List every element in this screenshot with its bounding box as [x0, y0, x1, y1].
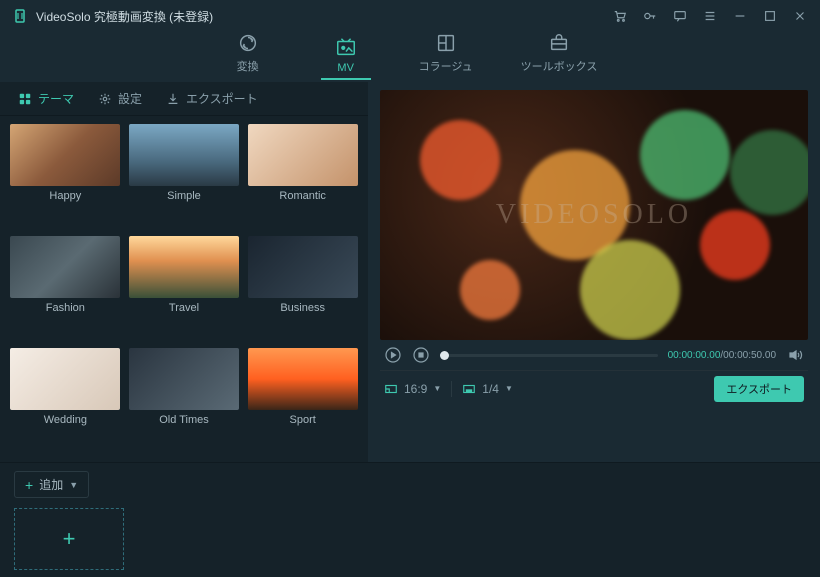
- theme-label: Romantic: [279, 190, 325, 202]
- theme-item-wedding[interactable]: Wedding: [10, 348, 121, 454]
- theme-item-romantic[interactable]: Romantic: [247, 124, 358, 230]
- add-button[interactable]: + 追加 ▼: [14, 471, 89, 498]
- aspect-ratio-select[interactable]: 16:9 ▼: [384, 382, 441, 396]
- theme-thumb: [248, 236, 358, 298]
- subtab-export-label: エクスポート: [186, 90, 258, 107]
- subtab-settings-label: 設定: [118, 90, 142, 107]
- nav-collage-label: コラージュ: [419, 58, 473, 74]
- theme-thumb: [129, 124, 239, 186]
- maximize-icon[interactable]: [762, 8, 778, 24]
- display-fraction-select[interactable]: 1/4 ▼: [462, 382, 513, 396]
- close-icon[interactable]: [792, 8, 808, 24]
- nav-toolbox-label: ツールボックス: [521, 58, 598, 74]
- theme-label: Fashion: [46, 302, 85, 314]
- nav-convert-label: 変換: [237, 58, 259, 74]
- main-nav: 変換 MV コラージュ ツールボックス: [0, 32, 820, 82]
- theme-label: Sport: [290, 414, 316, 426]
- display-fraction-value: 1/4: [482, 382, 499, 396]
- option-bar: 16:9 ▼ 1/4 ▼ エクスポート: [380, 370, 808, 406]
- player-bar: 00:00:00.00/00:00:50.00: [380, 340, 808, 370]
- aspect-ratio-value: 16:9: [404, 382, 427, 396]
- add-media-dropzone[interactable]: +: [14, 508, 124, 570]
- subtab-theme-label: テーマ: [38, 90, 74, 107]
- theme-label: Old Times: [159, 414, 209, 426]
- progress-bar[interactable]: [440, 354, 658, 357]
- titlebar: VideoSolo 究極動画変換 (未登録): [0, 0, 820, 32]
- theme-thumb: [10, 236, 120, 298]
- cart-icon[interactable]: [612, 8, 628, 24]
- total-time: 00:00:50.00: [723, 350, 776, 361]
- menu-icon[interactable]: [702, 8, 718, 24]
- nav-convert[interactable]: 変換: [223, 32, 273, 80]
- add-button-label: 追加: [39, 476, 63, 493]
- theme-label: Simple: [167, 190, 201, 202]
- current-time: 00:00:00.00: [668, 350, 721, 361]
- theme-thumb: [248, 124, 358, 186]
- app-title: VideoSolo 究極動画変換 (未登録): [36, 8, 213, 25]
- theme-grid: Happy Simple Romantic Fashion Travel Business…: [0, 116, 368, 462]
- theme-thumb: [10, 348, 120, 410]
- theme-thumb: [129, 236, 239, 298]
- timecode: 00:00:00.00/00:00:50.00: [668, 350, 776, 361]
- theme-thumb: [129, 348, 239, 410]
- subtab-export[interactable]: エクスポート: [160, 86, 264, 111]
- theme-item-happy[interactable]: Happy: [10, 124, 121, 230]
- chevron-down-icon: ▼: [505, 384, 513, 393]
- theme-thumb: [10, 124, 120, 186]
- nav-mv-label: MV: [337, 62, 354, 74]
- sub-tabs: テーマ 設定 エクスポート: [0, 82, 368, 116]
- feedback-icon[interactable]: [672, 8, 688, 24]
- theme-item-oldtimes[interactable]: Old Times: [129, 348, 240, 454]
- left-panel: テーマ 設定 エクスポート Happy Simple Romantic Fashion…: [0, 82, 368, 462]
- chevron-down-icon: ▼: [69, 480, 78, 490]
- progress-handle[interactable]: [440, 351, 449, 360]
- nav-toolbox[interactable]: ツールボックス: [521, 32, 598, 80]
- export-button[interactable]: エクスポート: [714, 376, 804, 402]
- theme-item-sport[interactable]: Sport: [247, 348, 358, 454]
- stop-button[interactable]: [412, 346, 430, 364]
- plus-icon: +: [63, 526, 76, 552]
- theme-item-simple[interactable]: Simple: [129, 124, 240, 230]
- subtab-theme[interactable]: テーマ: [12, 86, 80, 111]
- nav-mv[interactable]: MV: [321, 36, 371, 80]
- theme-label: Travel: [169, 302, 199, 314]
- theme-label: Wedding: [44, 414, 87, 426]
- theme-item-fashion[interactable]: Fashion: [10, 236, 121, 342]
- bottom-panel: + 追加 ▼ +: [0, 462, 820, 577]
- nav-collage[interactable]: コラージュ: [419, 32, 473, 80]
- right-panel: VIDEOSOLO 00:00:00.00/00:00:50.00 16:9: [368, 82, 820, 462]
- preview-area: VIDEOSOLO: [380, 90, 808, 340]
- chevron-down-icon: ▼: [433, 384, 441, 393]
- theme-label: Happy: [49, 190, 81, 202]
- plus-icon: +: [25, 477, 33, 493]
- theme-label: Business: [280, 302, 325, 314]
- play-button[interactable]: [384, 346, 402, 364]
- minimize-icon[interactable]: [732, 8, 748, 24]
- key-icon[interactable]: [642, 8, 658, 24]
- theme-thumb: [248, 348, 358, 410]
- preview-watermark: VIDEOSOLO: [496, 199, 692, 231]
- subtab-settings[interactable]: 設定: [92, 86, 148, 111]
- theme-item-travel[interactable]: Travel: [129, 236, 240, 342]
- app-logo-icon: [12, 8, 28, 24]
- theme-item-business[interactable]: Business: [247, 236, 358, 342]
- volume-button[interactable]: [786, 346, 804, 364]
